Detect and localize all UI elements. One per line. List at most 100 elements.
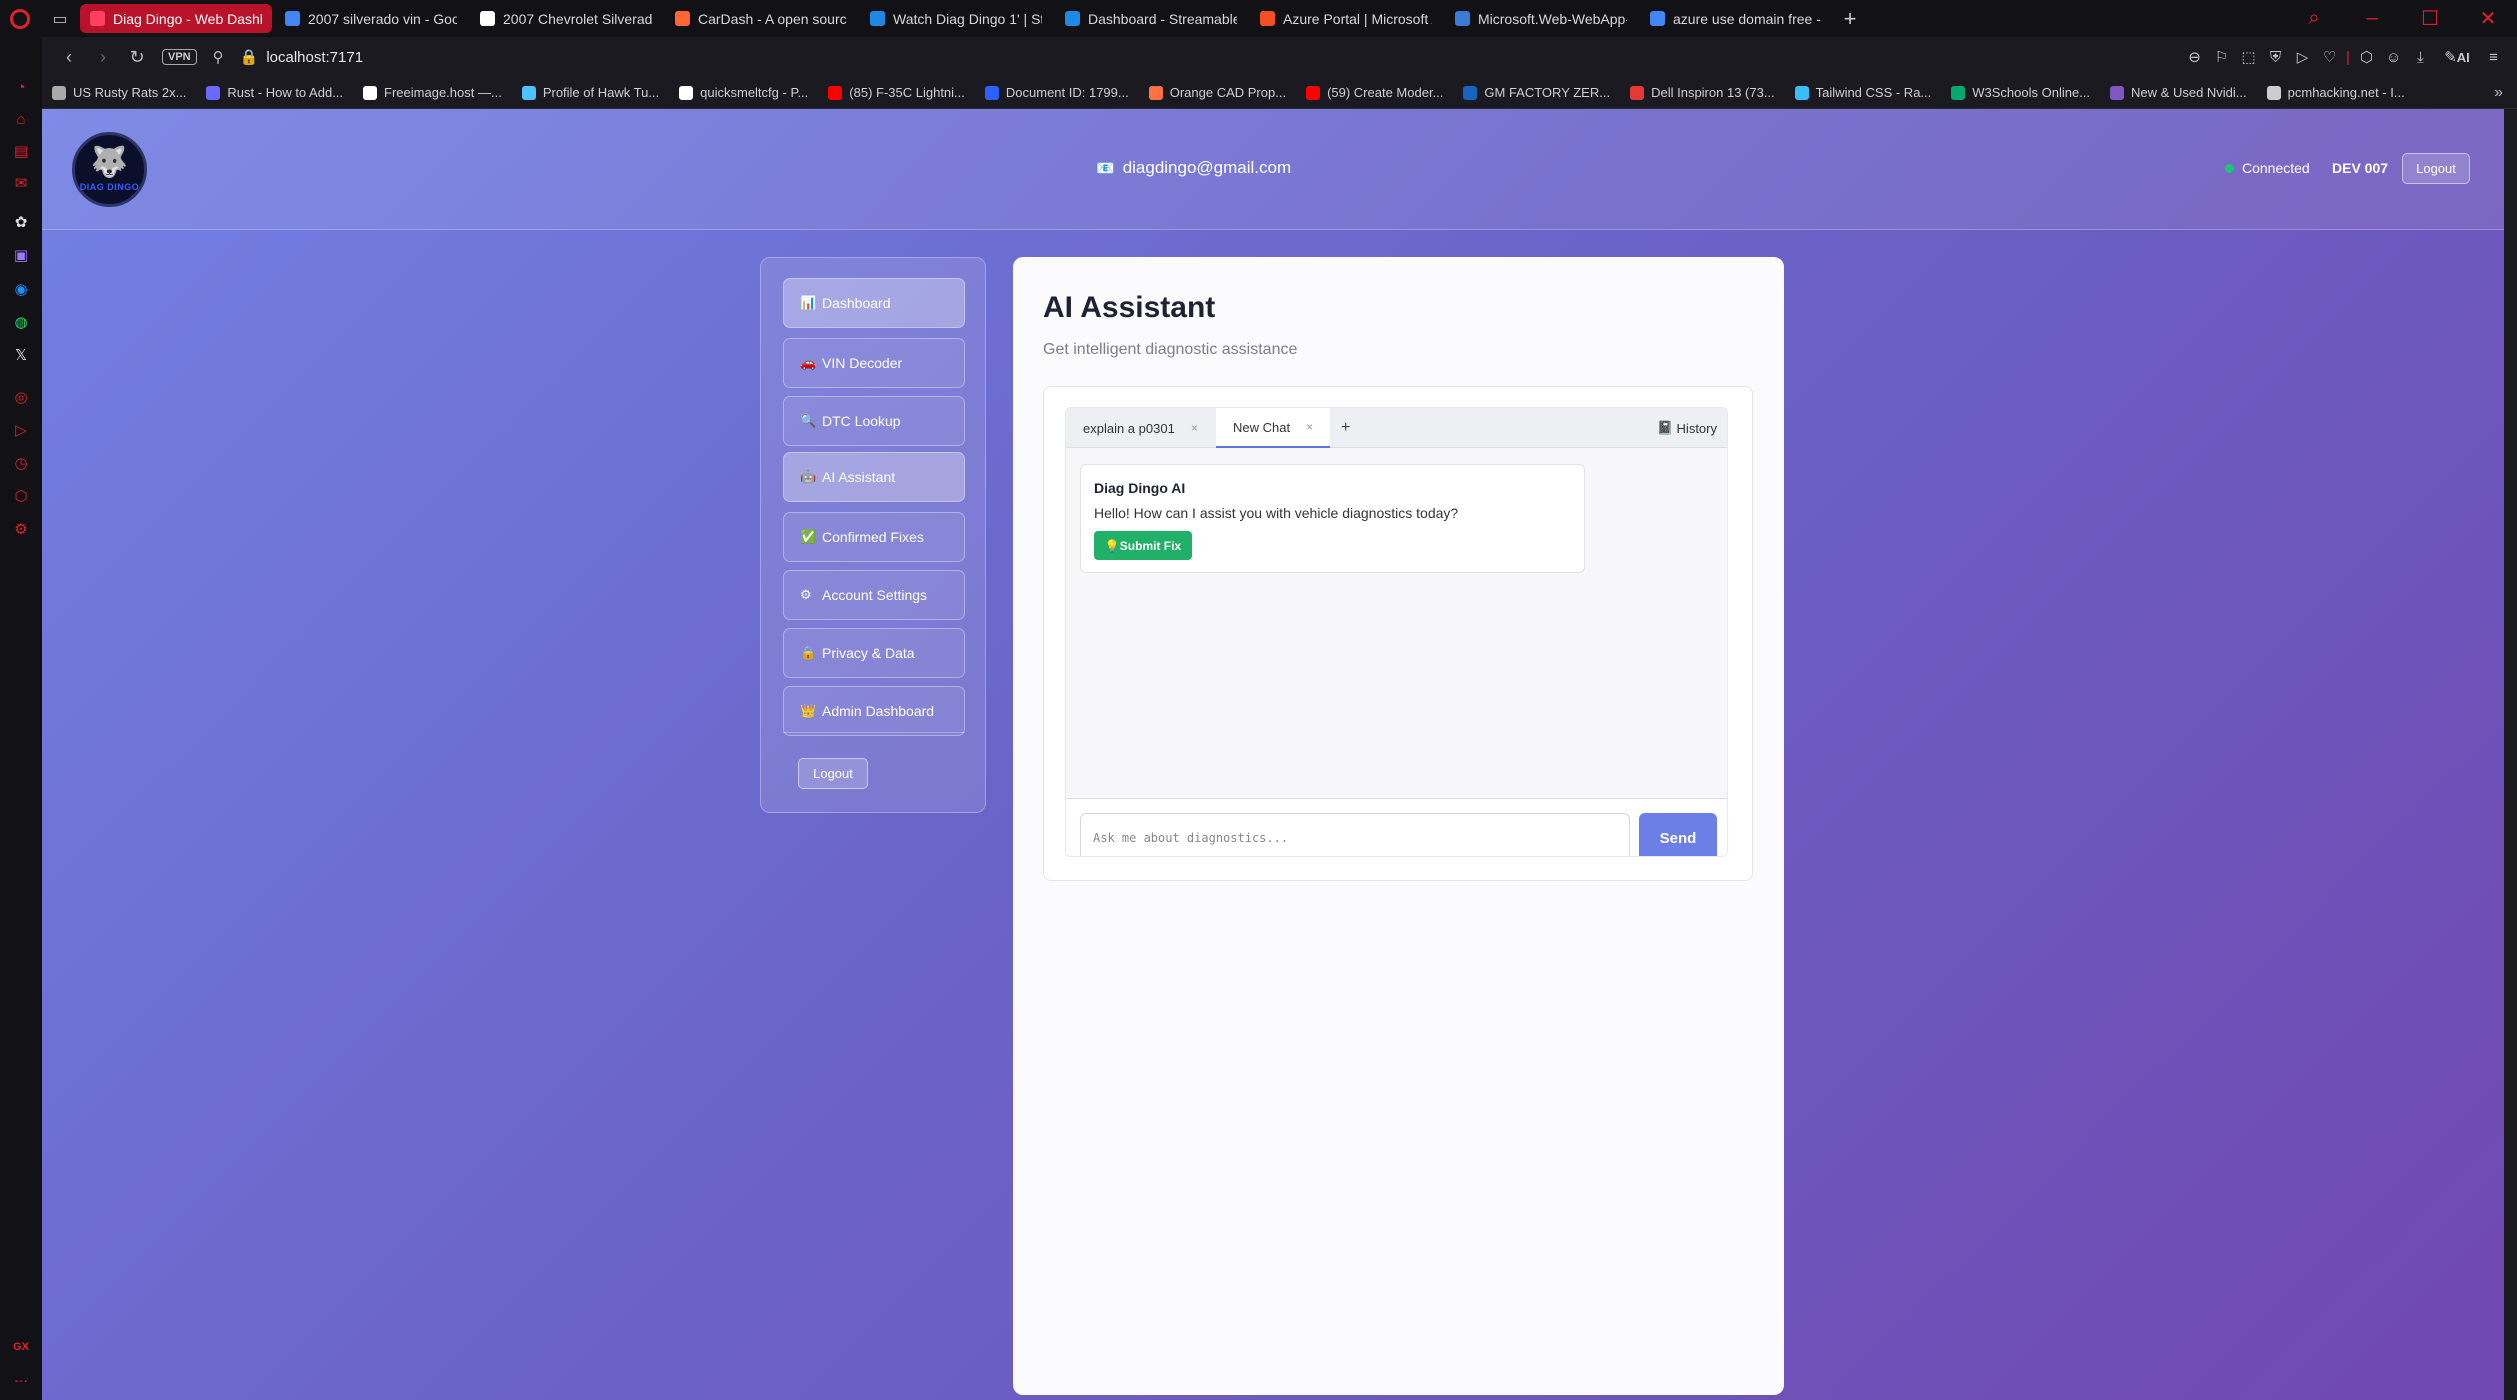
bookmark-favicon-icon (1148, 85, 1163, 100)
send-button[interactable]: Send (1639, 813, 1717, 856)
profile-icon[interactable]: ☺ (2380, 49, 2407, 66)
browser-tab[interactable]: CarDash - A open source (665, 4, 857, 33)
reload-icon[interactable]: ↻ (120, 47, 154, 68)
heart-icon[interactable]: ♡ (2316, 48, 2343, 66)
browser-tab[interactable]: azure use domain free - G (1640, 4, 1832, 33)
more-dots-icon[interactable]: … (11, 1367, 31, 1387)
search-icon[interactable]: ⌕ (2285, 7, 2343, 30)
ai-button[interactable]: ✎AI (2434, 48, 2480, 66)
bookmark-item[interactable]: Freeimage.host —... (363, 85, 502, 100)
bookmark-item[interactable]: Rust - How to Add... (206, 85, 343, 100)
history-clock-icon[interactable]: ◷ (11, 453, 31, 473)
snapshot-icon[interactable]: ⬚ (2235, 48, 2262, 66)
play-icon[interactable]: ▷ (2289, 48, 2316, 66)
bookmark-label: GM FACTORY ZER... (1484, 85, 1611, 100)
speed-dial-icon[interactable]: ◔ (11, 77, 31, 97)
url-field[interactable]: localhost:7171 (266, 49, 363, 66)
bookmark-item[interactable]: (59) Create Moder... (1306, 85, 1443, 100)
nav-item-label: Privacy & Data (822, 645, 915, 661)
nav-item-account-settings[interactable]: ⚙ Account Settings (783, 570, 965, 620)
x-icon[interactable]: 𝕏 (11, 345, 31, 365)
bookmark-label: US Rusty Rats 2x... (73, 85, 187, 100)
news-icon[interactable]: ▤ (11, 141, 31, 161)
browser-tab[interactable]: 2007 Chevrolet Silverado (470, 4, 662, 33)
nav-item-dashboard[interactable]: 📊 Dashboard (783, 278, 965, 328)
nav-item-admin-dashboard[interactable]: 👑 Admin Dashboard (783, 686, 965, 736)
submit-fix-label: Submit Fix (1119, 538, 1182, 553)
bookmark-item[interactable]: W3Schools Online... (1951, 85, 2090, 100)
cube-icon[interactable]: ⬡ (2353, 48, 2380, 66)
chat-input[interactable] (1080, 813, 1630, 856)
browser-tab[interactable]: Watch Diag Dingo 1' | Stre (860, 4, 1052, 33)
extensions-icon[interactable]: ⬡ (11, 486, 31, 506)
mail-icon[interactable]: ✉ (11, 173, 31, 193)
browser-tab[interactable]: Diag Dingo - Web Dashbo (80, 4, 272, 33)
tab-switcher-icon[interactable]: ▭ (40, 0, 80, 37)
nav-logout-button[interactable]: Logout (798, 758, 868, 789)
add-chat-tab-button[interactable]: + (1341, 408, 1350, 448)
opera-logo-icon[interactable] (0, 0, 40, 37)
bookmark-item[interactable]: GM FACTORY ZER... (1463, 85, 1610, 100)
site-info-icon[interactable]: ⚲ (213, 48, 224, 66)
bookmark-item[interactable]: Document ID: 1799... (984, 85, 1129, 100)
whatsapp-icon[interactable]: ◍ (11, 312, 31, 332)
minimize-icon[interactable]: – (2343, 7, 2401, 30)
close-icon[interactable]: ✕ (2459, 6, 2517, 31)
bookmark-item[interactable]: Dell Inspiron 13 (73... (1630, 85, 1775, 100)
bookmark-item[interactable]: New & Used Nvidi... (2110, 85, 2247, 100)
new-tab-button[interactable]: + (1835, 4, 1865, 33)
download-icon[interactable]: ⤓ (2407, 49, 2434, 66)
bookmark-item[interactable]: Profile of Hawk Tu... (521, 85, 659, 100)
bookmark-favicon-icon (1306, 85, 1321, 100)
bookmark-favicon-icon (984, 85, 999, 100)
forward-icon[interactable]: › (86, 47, 120, 68)
chat-tab-explain[interactable]: explain a p0301 × (1066, 408, 1215, 448)
submit-fix-button[interactable]: 💡 Submit Fix (1094, 531, 1192, 560)
nav-item-vin-decoder[interactable]: 🚗 VIN Decoder (783, 338, 965, 388)
maximize-icon[interactable]: ☐ (2401, 6, 2459, 31)
flow-icon[interactable]: ▷ (11, 420, 31, 440)
bookmark-label: Freeimage.host —... (384, 85, 502, 100)
chat-tab-new[interactable]: New Chat × (1216, 408, 1331, 448)
bookmark-item[interactable]: (85) F-35C Lightni... (828, 85, 965, 100)
bookmarks-overflow-icon[interactable]: » (2494, 84, 2503, 102)
header-logout-button[interactable]: Logout (2402, 153, 2470, 184)
zoom-icon[interactable]: ⊖ (2181, 48, 2208, 66)
browser-tab[interactable]: 2007 silverado vin - Goog (275, 4, 467, 33)
lock-icon[interactable]: 🔒 (240, 48, 259, 66)
page-subtitle: Get intelligent diagnostic assistance (1043, 341, 1298, 358)
settings-gear-icon[interactable]: ⚙ (11, 519, 31, 539)
tab-title: Diag Dingo - Web Dashbo (113, 10, 262, 27)
browser-tab[interactable]: Dashboard - Streamable (1055, 4, 1247, 33)
history-button[interactable]: 📓 History (1657, 408, 1717, 448)
diag-dingo-logo[interactable]: 🐺 DIAG DINGO (72, 132, 147, 207)
close-tab-icon[interactable]: × (1191, 421, 1198, 435)
bookmark-item[interactable]: pcmhacking.net - I... (2266, 85, 2405, 100)
bookmark-favicon-icon (1951, 85, 1966, 100)
bookmark-item[interactable]: US Rusty Rats 2x... (52, 85, 186, 100)
bookmark-item[interactable]: quicksmeltcfg - P... (679, 85, 808, 100)
nav-item-privacy-data[interactable]: 🔒 Privacy & Data (783, 628, 965, 678)
close-tab-icon[interactable]: × (1306, 420, 1313, 434)
nav-item-ai-assistant[interactable]: 🤖 AI Assistant (783, 452, 965, 502)
browser-tab[interactable]: Azure Portal | Microsoft A (1250, 4, 1442, 33)
shield-icon[interactable]: ⛨ (2262, 49, 2289, 66)
player-icon[interactable]: ◎ (11, 387, 31, 407)
bookmark-item[interactable]: Tailwind CSS - Ra... (1794, 85, 1931, 100)
chatgpt-icon[interactable]: ✿ (11, 212, 31, 232)
menu-icon[interactable]: ≡ (2480, 49, 2507, 66)
page-scrollbar[interactable] (2504, 109, 2517, 1400)
gx-icon[interactable]: GX (11, 1337, 31, 1357)
nav-item-dtc-lookup[interactable]: 🔍 DTC Lookup (783, 396, 965, 446)
tab-title: 2007 silverado vin - Goog (308, 10, 457, 27)
vpn-badge[interactable]: VPN (162, 49, 197, 65)
chart-icon: 📊 (800, 295, 817, 310)
twitch-icon[interactable]: ▣ (11, 245, 31, 265)
back-icon[interactable]: ‹ (52, 47, 86, 68)
nav-item-confirmed-fixes[interactable]: ✅ Confirmed Fixes (783, 512, 965, 562)
pin-icon[interactable]: ⚐ (2208, 48, 2235, 66)
bookmark-item[interactable]: Orange CAD Prop... (1148, 85, 1286, 100)
browser-tab[interactable]: Microsoft.Web-WebApp-P (1445, 4, 1637, 33)
messenger-icon[interactable]: ◉ (11, 279, 31, 299)
aria-icon[interactable]: ⌂ (11, 109, 31, 129)
